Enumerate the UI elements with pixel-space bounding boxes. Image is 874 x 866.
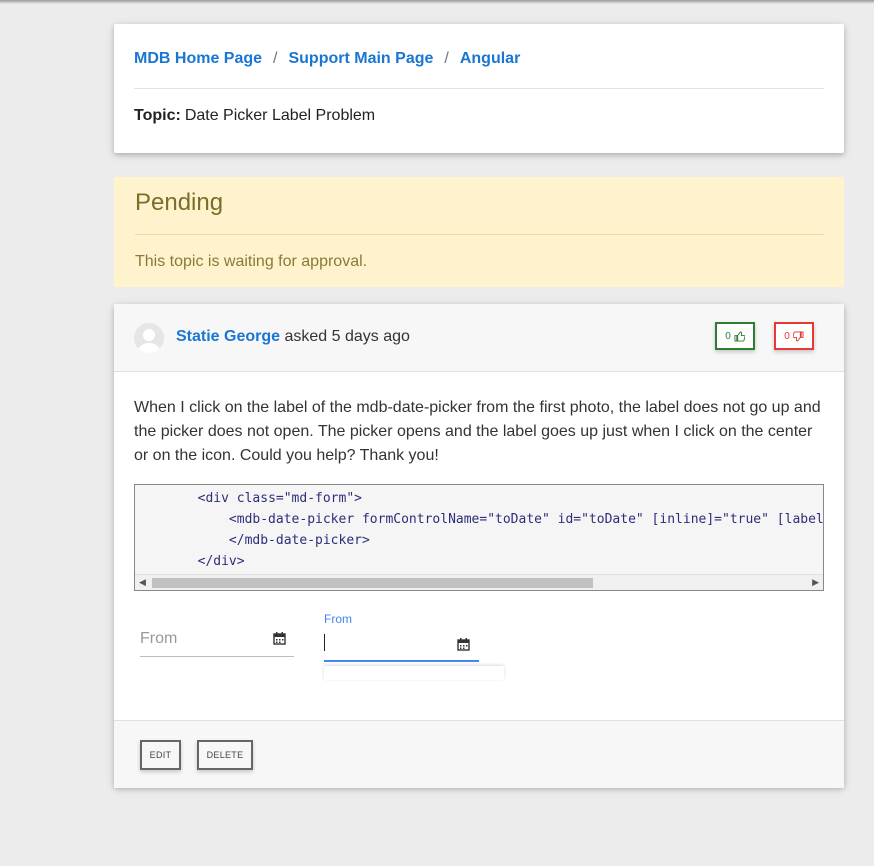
thumbs-down-icon xyxy=(792,330,804,342)
date-picker-popup-edge xyxy=(324,666,504,680)
delete-button[interactable]: DELETE xyxy=(197,740,253,770)
horizontal-scrollbar[interactable]: ◀ ▶ xyxy=(135,574,823,590)
code-line: <mdb-date-picker formControlName="toDate… xyxy=(228,512,824,527)
date-picker-label[interactable]: From xyxy=(140,630,177,648)
topic-label: Topic: xyxy=(134,107,181,124)
breadcrumb-separator: / xyxy=(273,50,278,67)
code-block: <div class="md-form"> <mdb-date-picker f… xyxy=(134,484,824,591)
pending-title: Pending xyxy=(135,189,224,216)
calendar-icon[interactable] xyxy=(457,638,470,651)
downvote-button[interactable]: 0 xyxy=(774,322,814,350)
question-header: Statie George asked 5 days ago 0 0 xyxy=(114,304,844,372)
breadcrumb-card: MDB Home Page / Support Main Page / Angu… xyxy=(114,24,844,153)
breadcrumb-separator: / xyxy=(444,50,449,67)
topic-title: Date Picker Label Problem xyxy=(184,107,376,124)
text-caret xyxy=(324,634,325,651)
downvote-count: 0 xyxy=(784,330,790,342)
date-picker-unfocused[interactable]: From xyxy=(140,616,294,657)
breadcrumb-home-link[interactable]: MDB Home Page xyxy=(134,50,262,68)
breadcrumb: MDB Home Page / Support Main Page / Angu… xyxy=(134,50,520,68)
code-line: <div class="md-form"> xyxy=(197,491,362,506)
question-footer: EDIT DELETE xyxy=(114,720,844,788)
thumbs-up-icon xyxy=(734,330,745,342)
author-link[interactable]: Statie George xyxy=(176,328,280,345)
author-line: Statie George asked 5 days ago xyxy=(176,328,410,346)
code-line: </mdb-date-picker> xyxy=(228,533,370,548)
scroll-right-icon[interactable]: ▶ xyxy=(812,577,819,588)
date-picker-focused[interactable] xyxy=(324,626,479,662)
date-picker-floating-label: From xyxy=(324,612,352,626)
question-body: When I click on the label of the mdb-dat… xyxy=(134,399,821,464)
asked-time: asked 5 days ago xyxy=(284,328,410,345)
upvote-count: 0 xyxy=(725,330,731,342)
divider xyxy=(134,88,824,89)
code-line: </div> xyxy=(197,554,245,569)
pending-message: This topic is waiting for approval. xyxy=(135,253,368,270)
calendar-icon[interactable] xyxy=(273,632,286,645)
scroll-left-icon[interactable]: ◀ xyxy=(139,577,146,588)
question-card: Statie George asked 5 days ago 0 0 When … xyxy=(114,304,844,788)
divider xyxy=(135,234,824,235)
pending-alert: Pending This topic is waiting for approv… xyxy=(114,177,844,287)
breadcrumb-angular-link[interactable]: Angular xyxy=(460,50,520,68)
upvote-button[interactable]: 0 xyxy=(715,322,755,350)
scrollbar-thumb[interactable] xyxy=(152,578,593,588)
code-text: <div class="md-form"> <mdb-date-picker f… xyxy=(135,488,824,572)
edit-button[interactable]: EDIT xyxy=(140,740,181,770)
top-shadow xyxy=(0,0,874,4)
topic-line: Topic: Date Picker Label Problem xyxy=(134,107,375,125)
avatar-icon[interactable] xyxy=(134,323,164,353)
breadcrumb-support-link[interactable]: Support Main Page xyxy=(288,50,433,68)
